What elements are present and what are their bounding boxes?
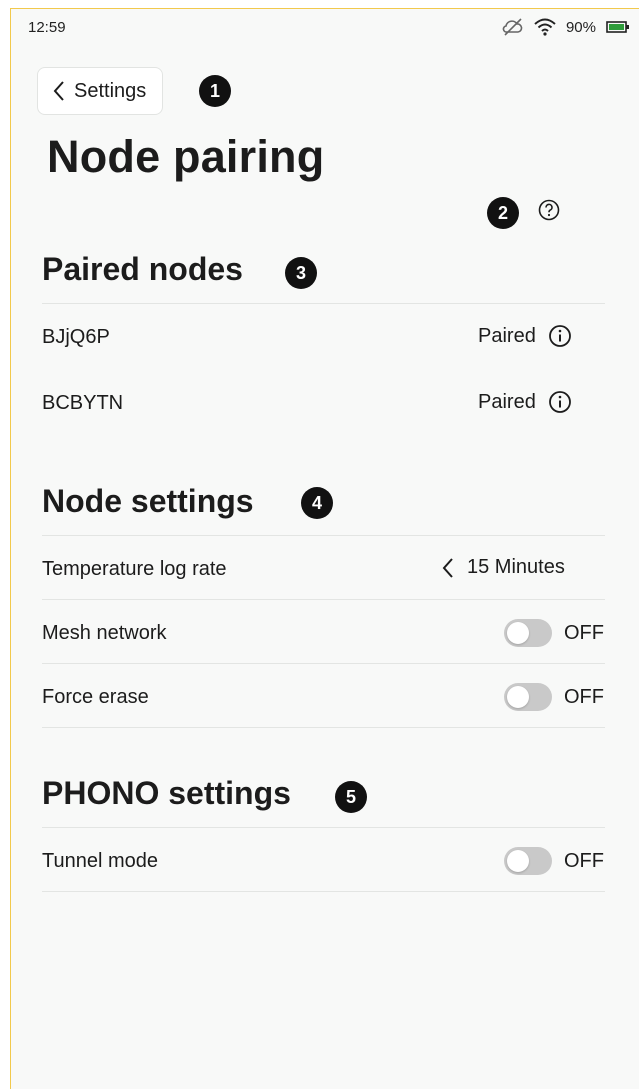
paired-node-name: BCBYTN [42, 392, 124, 414]
tunnel-mode-control: OFF [504, 847, 604, 875]
chevron-left-icon [53, 81, 64, 101]
divider [42, 535, 605, 536]
mesh-network-control: OFF [504, 619, 604, 647]
annotation-badge-5: 5 [335, 781, 367, 813]
tunnel-mode-state: OFF [564, 849, 604, 872]
force-erase-label: Force erase [42, 686, 149, 708]
info-icon[interactable] [548, 390, 572, 414]
app-screen: 12:59 90% Settings 1 Node pairing 2 Pair… [10, 8, 639, 1089]
battery-icon [606, 21, 629, 33]
divider [42, 599, 605, 600]
chevron-left-icon[interactable] [441, 557, 455, 579]
paired-status-text: Paired [478, 390, 536, 413]
divider [42, 663, 605, 664]
temperature-log-rate-value: 15 Minutes [467, 556, 565, 578]
info-icon[interactable] [548, 324, 572, 348]
section-title-phono-settings: PHONO settings [42, 775, 291, 811]
temperature-log-rate-label: Temperature log rate [42, 558, 227, 580]
sync-off-icon [502, 18, 523, 36]
temperature-log-rate-selector[interactable]: 15 Minutes [441, 556, 565, 579]
wifi-icon [534, 18, 556, 36]
mesh-network-toggle[interactable] [504, 619, 552, 647]
toggle-knob [507, 686, 529, 708]
divider [42, 891, 605, 892]
mesh-network-label: Mesh network [42, 622, 167, 644]
paired-node-status: Paired [478, 390, 572, 414]
paired-node-status: Paired [478, 324, 572, 348]
section-title-paired-nodes: Paired nodes [42, 251, 243, 287]
paired-node-name: BJjQ6P [42, 326, 110, 348]
force-erase-toggle[interactable] [504, 683, 552, 711]
page-title: Node pairing [47, 131, 325, 182]
annotation-badge-3: 3 [285, 257, 317, 289]
battery-percentage: 90% [565, 18, 596, 36]
section-title-node-settings: Node settings [42, 483, 254, 519]
divider [42, 303, 605, 304]
toggle-knob [507, 622, 529, 644]
paired-status-text: Paired [478, 324, 536, 347]
force-erase-control: OFF [504, 683, 604, 711]
annotation-badge-4: 4 [301, 487, 333, 519]
annotation-badge-2: 2 [487, 197, 519, 229]
status-bar: 12:59 90% [11, 9, 639, 45]
annotation-badge-1: 1 [199, 75, 231, 107]
status-icons: 90% [502, 18, 630, 36]
status-time: 12:59 [28, 18, 66, 36]
tunnel-mode-label: Tunnel mode [42, 850, 158, 872]
back-button-label: Settings [74, 79, 147, 102]
tunnel-mode-toggle[interactable] [504, 847, 552, 875]
toggle-knob [507, 850, 529, 872]
divider [42, 827, 605, 828]
force-erase-state: OFF [564, 685, 604, 708]
back-button[interactable]: Settings [37, 67, 164, 115]
help-circle-icon[interactable] [538, 199, 560, 221]
divider [42, 727, 605, 728]
mesh-network-state: OFF [564, 621, 604, 644]
